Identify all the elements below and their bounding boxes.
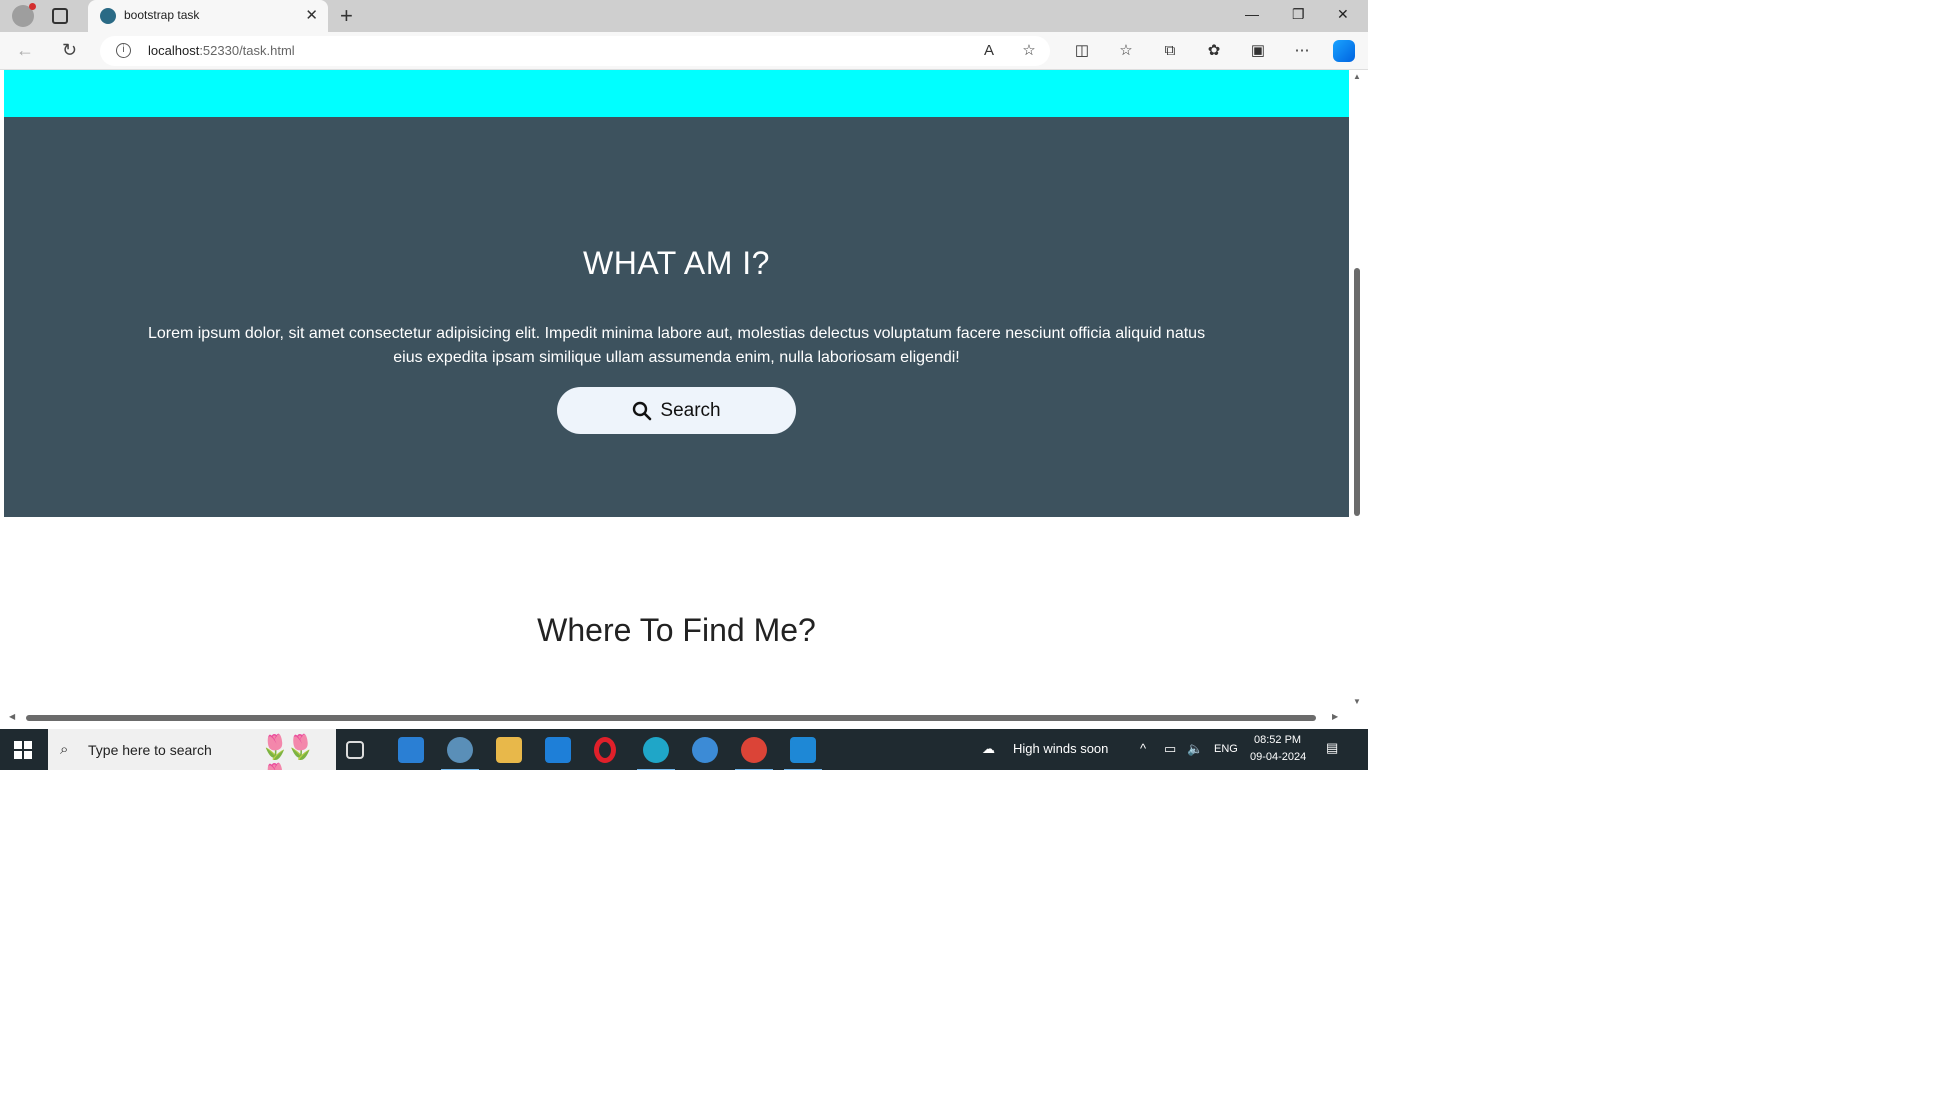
url-path: :52330/task.html [199,43,295,58]
notifications-icon[interactable]: ▤ [1326,740,1338,756]
profile-icon[interactable] [12,3,36,27]
browser-toolbar: ← ↻ i localhost:52330/task.html A ☆ ◫ ☆ … [0,32,1368,70]
address-bar[interactable]: i localhost:52330/task.html A ☆ [100,36,1050,66]
desktop-screen: bootstrap task ✕ + — ❐ ✕ ← ↻ i localhost… [0,0,1368,770]
minimize-icon[interactable]: — [1245,6,1259,22]
browser-tab-active[interactable]: bootstrap task ✕ [88,0,328,32]
clock-date[interactable]: 09-04-2024 [1250,751,1306,763]
start-button-icon[interactable] [14,741,32,759]
store-icon[interactable] [398,737,424,763]
tray-expand-icon[interactable]: ^ [1140,741,1146,756]
search-button[interactable]: Search [557,387,796,434]
weather-text[interactable]: High winds soon [1013,741,1108,756]
paint-app-icon[interactable] [441,737,479,770]
vertical-scrollbar[interactable]: ▲ ▼ [1350,70,1364,710]
extensions-icon[interactable]: ✿ [1205,42,1223,60]
hero-section: WHAT AM I? Lorem ipsum dolor, sit amet c… [4,117,1349,517]
page-favicon-icon [100,8,116,24]
search-icon [633,401,652,420]
screenshot-icon[interactable]: ▣ [1249,42,1267,60]
more-options-icon[interactable]: ⋯ [1293,42,1311,60]
back-icon[interactable]: ← [16,40,34,61]
read-aloud-icon[interactable]: A [980,42,998,60]
favorites-icon[interactable]: ☆ [1117,42,1135,60]
scroll-right-icon[interactable]: ▶ [1332,712,1338,721]
scroll-down-icon[interactable]: ▼ [1353,697,1361,706]
horizontal-scrollbar[interactable]: ◀ ▶ [4,710,1350,725]
collections-icon[interactable]: ⧉ [1161,42,1179,60]
windows-taskbar: ⌕ Type here to search 🌷🌷🌷 ☁ High winds s… [0,729,1368,770]
window-close-icon[interactable]: ✕ [1337,6,1349,23]
split-screen-icon[interactable]: ◫ [1073,42,1091,60]
volume-icon[interactable]: 🔈 [1187,741,1203,757]
mail-icon[interactable] [545,737,571,763]
search-button-label: Search [660,399,721,421]
page-viewport: WHAT AM I? Lorem ipsum dolor, sit amet c… [4,70,1364,725]
scroll-up-icon[interactable]: ▲ [1353,72,1361,81]
copilot-icon[interactable] [1333,40,1355,62]
taskbar-search-box[interactable]: ⌕ Type here to search 🌷🌷🌷 [48,729,336,770]
url-host: localhost [148,43,200,58]
favorite-star-icon[interactable]: ☆ [1020,42,1038,60]
top-navbar [4,70,1349,117]
app-icon[interactable] [692,737,718,763]
url-text: localhost:52330/task.html [148,43,295,58]
taskbar-search-icon: ⌕ [60,741,69,758]
hero-text: Lorem ipsum dolor, sit amet consectetur … [147,325,1206,366]
language-indicator[interactable]: ENG [1214,743,1238,755]
battery-icon[interactable]: ▭ [1164,741,1176,757]
tab-title: bootstrap task [124,8,200,22]
hero-title: WHAT AM I? [583,245,770,281]
taskbar-search-placeholder: Type here to search [88,742,212,758]
new-tab-icon[interactable]: + [340,3,353,29]
restore-icon[interactable]: ❐ [1292,6,1305,23]
site-info-icon[interactable]: i [116,43,131,58]
edge-icon[interactable] [637,737,675,770]
notification-dot [29,3,36,10]
weather-icon[interactable]: ☁ [982,741,995,757]
task-view-icon[interactable] [346,741,364,759]
tulips-icon: 🌷🌷🌷 [260,734,316,770]
scroll-left-icon[interactable]: ◀ [9,712,15,721]
vertical-scroll-thumb[interactable] [1354,268,1360,516]
browser-tab-strip: bootstrap task ✕ + — ❐ ✕ [0,0,1368,32]
opera-icon[interactable] [594,737,616,763]
file-explorer-icon[interactable] [496,737,522,763]
clock-time[interactable]: 08:52 PM [1254,734,1301,746]
horizontal-scroll-thumb[interactable] [26,715,1316,721]
vscode-icon[interactable] [784,737,822,770]
chrome-icon[interactable] [735,737,773,770]
section-title: Where To Find Me? [537,612,816,648]
tab-close-icon[interactable]: ✕ [305,6,318,24]
tab-actions-icon[interactable] [52,8,68,24]
refresh-icon[interactable]: ↻ [62,40,77,61]
